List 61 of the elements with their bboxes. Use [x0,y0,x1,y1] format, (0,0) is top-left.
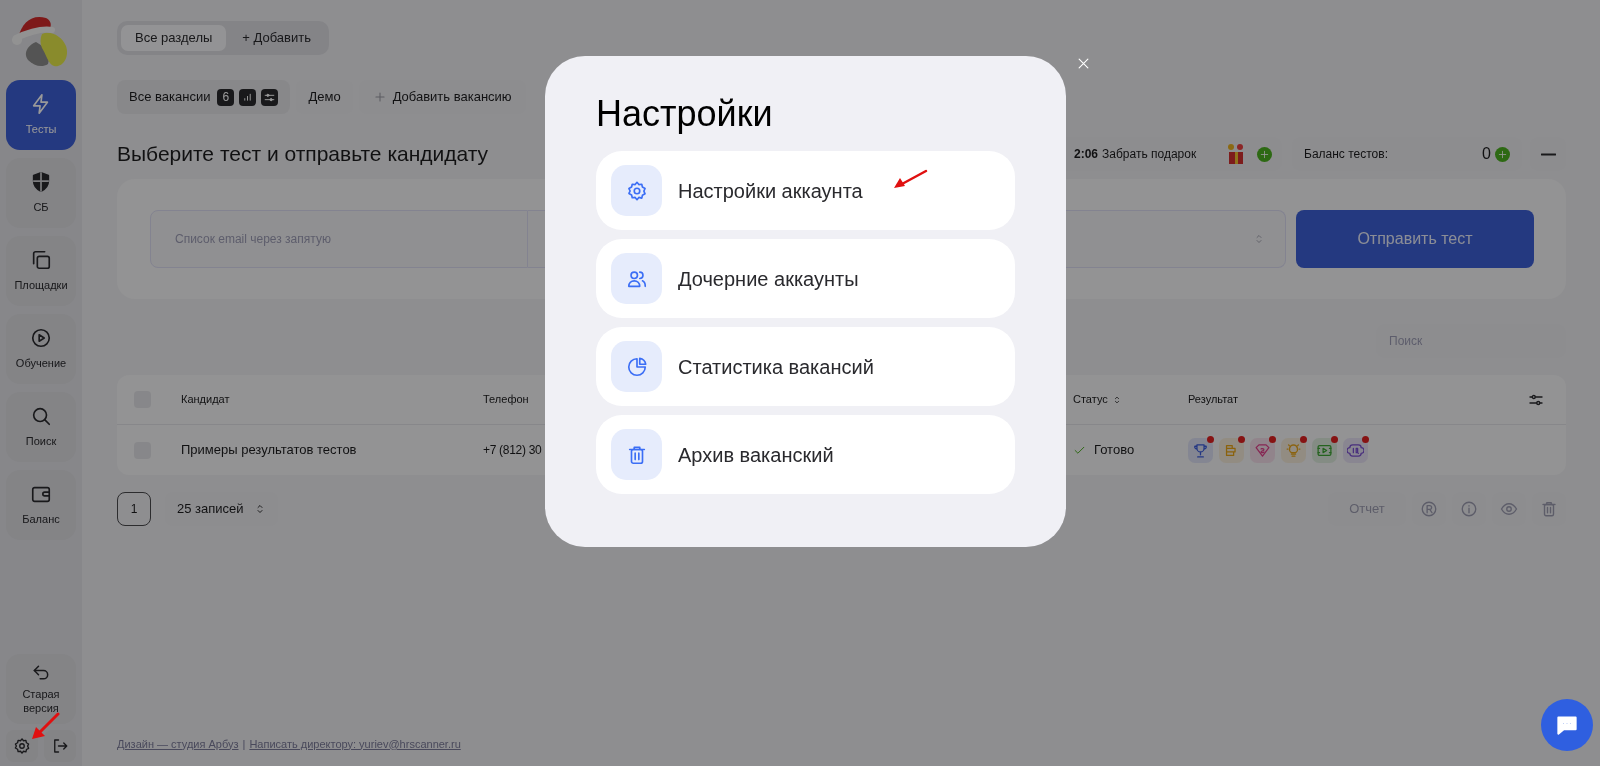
sidebar-item[interactable]: Поиск [6,392,76,462]
settings-button[interactable] [6,730,38,762]
settings-menu-item[interactable]: Статистика вакансий [596,327,1015,406]
modal-title: Настройки [596,92,774,136]
old-version-button[interactable]: Старая версия [6,654,76,724]
add-icon[interactable] [1257,146,1272,162]
send-test-button[interactable]: Отправить тест [1296,210,1534,268]
shield-icon [30,170,52,193]
sidebar-item[interactable]: СБ [6,158,76,228]
sidebar-item[interactable]: Тесты [6,80,76,150]
all-vacancies-tab[interactable]: Все вакансии 6 [117,80,291,114]
stats-button[interactable] [239,88,257,106]
annotation-arrow [30,712,60,740]
add-icon[interactable] [1495,146,1510,162]
section-tab[interactable]: Все разделы [121,25,227,51]
settings-menu-item[interactable]: Настройки аккаунта [596,151,1015,230]
copy-icon [30,248,52,271]
chat-button[interactable] [1541,699,1593,751]
eye-icon [1500,500,1518,518]
trash-icon [1540,500,1558,518]
balance-value: 0 [1482,144,1491,164]
r-icon [1420,500,1438,518]
column-header[interactable]: Статус [1073,391,1122,408]
undo-icon [31,663,51,683]
plus-icon [372,90,387,104]
logout-icon [51,737,69,755]
plus-icon [1259,148,1270,160]
count-badge: 6 [217,88,235,106]
filter-button[interactable] [261,88,279,106]
info-icon [1460,500,1478,518]
minus-icon [1540,152,1556,156]
tab-label: Все вакансии [129,88,211,107]
play-icon [30,326,52,349]
sort-icon [1253,233,1265,245]
settings-icon [625,179,648,202]
section-tab[interactable]: + Добавить [228,25,325,51]
sidebar-item[interactable]: Баланс [6,470,76,540]
page-heading: Выберите тест и отправьте кандидату [117,141,490,168]
table-cell-text: +7 (812) 30 [483,442,542,459]
balance-label: Баланс тестов: [1304,146,1389,163]
column-header: Результат [1188,392,1240,408]
trophy-icon [1192,441,1209,459]
status-text: Готово [1094,441,1135,460]
bulb-icon [1285,441,1302,459]
plus-icon [1497,148,1508,160]
gift-timer: 2:06 [1074,146,1099,163]
settings-menu-item[interactable]: Дочерние аккаунты [596,239,1015,318]
page-button[interactable]: 1 [117,492,151,526]
annotation-arrow [892,169,928,189]
logout-button[interactable] [44,730,76,762]
settings-icon [13,737,31,755]
pie-chart-icon [625,355,648,378]
column-header: Кандидат [181,392,230,408]
table-cell-text: Примеры результатов тестов [181,441,357,460]
sidebar-item[interactable]: Площадки [6,236,76,306]
column-header: Телефон [483,392,529,408]
sidebar-item[interactable]: Обучение [6,314,76,384]
footer-separator: | [242,736,246,752]
gift-label: Забрать подарок [1102,146,1198,163]
settings-menu-item[interactable]: Архив ваканский [596,415,1015,494]
gem-icon [1254,441,1271,459]
